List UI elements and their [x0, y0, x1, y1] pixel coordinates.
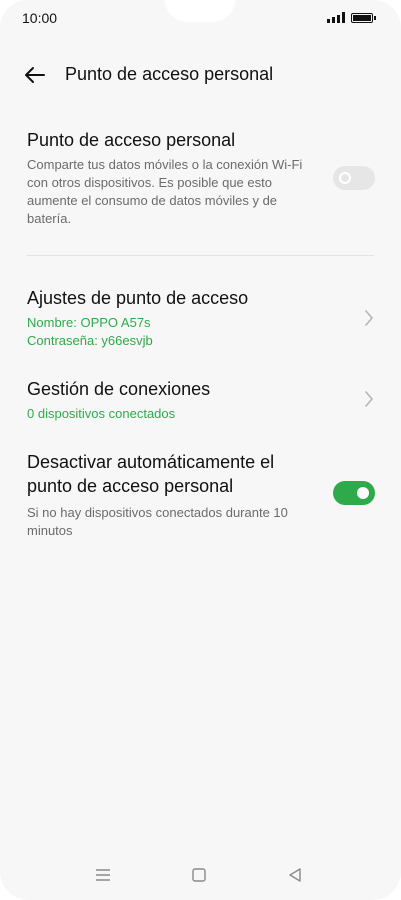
chevron-right-icon — [364, 390, 374, 408]
menu-icon[interactable] — [88, 860, 118, 890]
back-triangle-icon[interactable] — [280, 860, 310, 890]
status-time: 10:00 — [22, 10, 58, 26]
hotspot-toggle-row[interactable]: Punto de acceso personal Comparte tus da… — [27, 128, 374, 228]
hotspot-title: Punto de acceso personal — [27, 130, 236, 150]
home-icon[interactable] — [184, 860, 214, 890]
signal-icon — [327, 12, 345, 23]
auto-off-toggle[interactable] — [333, 481, 375, 505]
hotspot-settings-row[interactable]: Ajustes de punto de acceso Nombre: OPPO … — [27, 286, 374, 350]
hotspot-password: Contraseña: y66esvjb — [27, 333, 153, 348]
status-bar: 10:00 — [0, 0, 401, 36]
connections-row[interactable]: Gestión de conexiones 0 dispositivos con… — [27, 377, 374, 423]
hotspot-name: Nombre: OPPO A57s — [27, 315, 151, 330]
auto-off-title-line1: Desactivar automáticamente el — [27, 452, 275, 472]
connections-status: 0 dispositivos conectados — [27, 406, 176, 421]
page-title: Punto de acceso personal — [65, 64, 274, 84]
navigation-bar — [0, 850, 401, 900]
auto-off-title-line2: punto de acceso personal — [27, 476, 234, 496]
auto-off-row[interactable]: Desactivar automáticamente el punto de a… — [27, 450, 374, 540]
auto-off-description: Si no hay dispositivos conectados durant… — [27, 505, 288, 538]
settings-title: Ajustes de punto de acceso — [27, 288, 249, 308]
app-bar: Punto de acceso personal — [0, 55, 401, 95]
connections-title: Gestión de conexiones — [27, 379, 211, 399]
chevron-right-icon — [364, 309, 374, 327]
phone-screen: 10:00 Punto de acceso personal Punto de … — [0, 0, 401, 900]
hotspot-toggle[interactable] — [333, 166, 375, 190]
toggle-knob — [357, 487, 369, 499]
battery-icon — [351, 12, 376, 23]
hotspot-description: Comparte tus datos móviles o la conexión… — [27, 157, 303, 226]
section-divider — [27, 255, 374, 256]
arrow-left-icon[interactable] — [22, 62, 48, 88]
status-icons — [327, 12, 376, 23]
toggle-knob — [339, 172, 351, 184]
